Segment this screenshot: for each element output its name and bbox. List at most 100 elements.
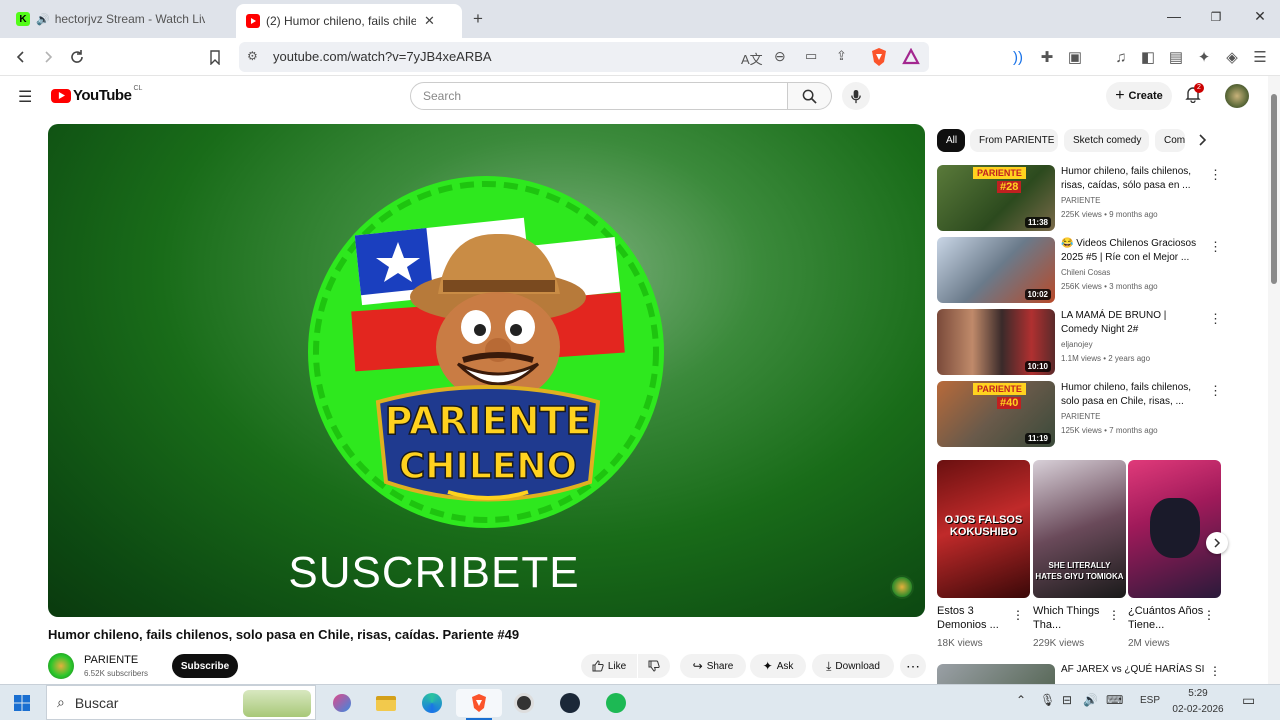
more-options-icon[interactable]: ⋮ xyxy=(1209,239,1222,255)
obs-app-icon[interactable] xyxy=(510,689,538,717)
short-title[interactable]: ¿Cuántos Años Tiene... xyxy=(1128,604,1204,632)
brave-shields-icon[interactable] xyxy=(870,47,888,67)
tab-search-icon[interactable]: ▣ xyxy=(1065,47,1085,67)
cast-icon[interactable]: ▭ xyxy=(805,48,817,64)
menu-icon[interactable]: ☰ xyxy=(1250,47,1270,67)
tab-youtube[interactable]: (2) Humor chileno, fails chilenos, ✕ xyxy=(236,4,462,38)
video-thumbnail[interactable]: 10:10 xyxy=(937,309,1055,375)
edge-browser-icon[interactable] xyxy=(418,689,446,717)
short-title[interactable]: Estos 3 Demonios ... xyxy=(937,604,1013,632)
more-options-icon[interactable]: ⋮ xyxy=(1209,664,1221,678)
volume-icon[interactable]: 🔊 xyxy=(1083,693,1098,707)
more-options-icon[interactable]: ⋮ xyxy=(1209,311,1222,327)
clock-time[interactable]: 5:29 xyxy=(1172,688,1224,699)
taskbar-search[interactable]: ⌕ Buscar xyxy=(46,685,316,720)
video-thumbnail[interactable] xyxy=(937,664,1055,684)
subscribe-button[interactable]: Subscribe xyxy=(172,654,238,678)
close-window-icon[interactable]: ✕ xyxy=(1249,8,1271,25)
brave-browser-taskbar-icon[interactable] xyxy=(456,689,502,717)
chips-next-icon[interactable] xyxy=(1195,133,1211,149)
copilot-app-icon[interactable] xyxy=(328,689,356,717)
notifications-button[interactable]: 2 xyxy=(1185,83,1205,106)
vpn-icon[interactable]: ◈ xyxy=(1222,47,1242,67)
sidebar-icon[interactable]: ◧ xyxy=(1138,47,1158,67)
read-aloud-icon[interactable]: )) xyxy=(1008,47,1028,67)
short-thumbnail[interactable]: OJOS FALSOS KOKUSHIBO xyxy=(937,460,1030,598)
chip-comedy[interactable]: Com xyxy=(1155,129,1185,152)
create-button[interactable]: + Create xyxy=(1106,82,1172,110)
search-button[interactable] xyxy=(788,82,832,110)
more-options-icon[interactable]: ⋮ xyxy=(1209,167,1222,183)
extensions-icon[interactable]: ✚ xyxy=(1037,47,1057,67)
tray-chevron-icon[interactable]: ⌃ xyxy=(1016,693,1026,707)
translate-icon[interactable]: A文 xyxy=(741,49,763,68)
forward-icon[interactable] xyxy=(38,47,58,67)
channel-name[interactable]: PARIENTE xyxy=(84,654,138,666)
minimize-icon[interactable]: — xyxy=(1163,8,1185,24)
recommendation-item[interactable]: PARIENTE #40 11:19 Humor chileno, fails … xyxy=(937,381,1222,447)
thumb-badge: PARIENTE xyxy=(973,167,1026,179)
video-thumbnail[interactable]: PARIENTE #40 11:19 xyxy=(937,381,1055,447)
duration: 11:19 xyxy=(1024,433,1051,444)
recommendation-item[interactable]: PARIENTE #28 11:38 Humor chileno, fails … xyxy=(937,165,1222,231)
chip-sketch-comedy[interactable]: Sketch comedy xyxy=(1064,129,1149,152)
search-input[interactable]: Search xyxy=(410,82,788,110)
shorts-next-button[interactable] xyxy=(1206,532,1228,554)
language-indicator[interactable]: ESP xyxy=(1140,695,1160,706)
channel-watermark[interactable] xyxy=(890,575,914,599)
back-icon[interactable] xyxy=(11,47,31,67)
video-player[interactable]: PARIENTE CHILENO xyxy=(48,124,925,617)
recommendation-item[interactable]: 10:02 😂 Videos Chilenos Graciosos 2025 #… xyxy=(937,237,1222,303)
wallet-icon[interactable]: ▤ xyxy=(1166,47,1186,67)
leo-ai-icon[interactable]: ✦ xyxy=(1194,47,1214,67)
share-icon: ↪ xyxy=(692,659,703,673)
short-thumbnail[interactable] xyxy=(1128,460,1221,598)
youtube-logo[interactable]: YouTube CL xyxy=(51,85,142,104)
dislike-button[interactable] xyxy=(638,654,670,678)
network-icon[interactable]: ⊟ xyxy=(1062,693,1072,707)
more-options-icon[interactable]: ⋮ xyxy=(1209,383,1222,399)
microphone-tray-icon[interactable]: 🎙 xyxy=(1040,693,1055,707)
more-actions-icon[interactable]: ⋯ xyxy=(900,654,926,678)
channel-avatar[interactable] xyxy=(48,653,74,679)
chip-all[interactable]: All xyxy=(937,129,965,152)
share-page-icon[interactable]: ⇪ xyxy=(836,48,847,64)
bookmark-icon[interactable] xyxy=(205,47,225,67)
brave-rewards-icon[interactable] xyxy=(902,47,920,66)
zoom-icon[interactable]: ⊖ xyxy=(774,48,786,65)
notification-center-icon[interactable]: ▭ xyxy=(1242,692,1255,709)
download-button[interactable]: ⤓ Download xyxy=(812,654,894,678)
address-bar[interactable]: ⚙ youtube.com/watch?v=7yJB4xeARBA A文 ⊖ ▭… xyxy=(239,42,929,72)
close-tab-icon[interactable]: ✕ xyxy=(424,13,435,29)
more-options-icon[interactable]: ⋮ xyxy=(1203,608,1215,622)
more-options-icon[interactable]: ⋮ xyxy=(1108,608,1120,622)
short-thumbnail[interactable]: SHE LITERALLY HATES GIYU TOMIOKA xyxy=(1033,460,1126,598)
spotify-app-icon[interactable] xyxy=(602,689,630,717)
file-explorer-icon[interactable] xyxy=(372,689,400,717)
tab-kick-stream[interactable]: K 🔊 hectorjvz Stream - Watch Live on xyxy=(6,4,232,34)
video-thumbnail[interactable]: PARIENTE #28 11:38 xyxy=(937,165,1055,231)
restore-icon[interactable]: ❐ xyxy=(1205,10,1227,24)
hamburger-menu-icon[interactable]: ☰ xyxy=(18,87,32,107)
windows-start-icon[interactable] xyxy=(8,689,36,717)
clock-date[interactable]: 02-02-2026 xyxy=(1166,704,1230,715)
video-thumbnail[interactable]: 10:02 xyxy=(937,237,1055,303)
avatar[interactable] xyxy=(1225,84,1249,108)
ask-button[interactable]: ✦ Ask xyxy=(750,654,806,678)
scrollbar-thumb[interactable] xyxy=(1271,94,1277,284)
recommendation-title[interactable]: AF JAREX vs ¿QUÉ HARÍAS SI xyxy=(1061,664,1204,675)
voice-search-button[interactable] xyxy=(842,82,870,110)
steam-app-icon[interactable] xyxy=(556,689,584,717)
short-title[interactable]: Which Things Tha... xyxy=(1033,604,1109,632)
more-options-icon[interactable]: ⋮ xyxy=(1012,608,1024,622)
recommendation-item[interactable]: 10:10 LA MAMÁ DE BRUNO | Comedy Night 2#… xyxy=(937,309,1222,375)
keyboard-icon[interactable]: ⌨ xyxy=(1106,693,1123,707)
new-tab-button[interactable]: + xyxy=(473,9,483,29)
media-icon[interactable]: ♫ xyxy=(1111,47,1131,67)
like-button[interactable]: Like xyxy=(581,654,637,678)
download-label: Download xyxy=(835,660,880,672)
reload-icon[interactable] xyxy=(67,47,87,67)
site-settings-icon[interactable]: ⚙ xyxy=(247,49,258,63)
chip-from-pariente[interactable]: From PARIENTE xyxy=(970,129,1058,152)
share-button[interactable]: ↪ Share xyxy=(680,654,746,678)
